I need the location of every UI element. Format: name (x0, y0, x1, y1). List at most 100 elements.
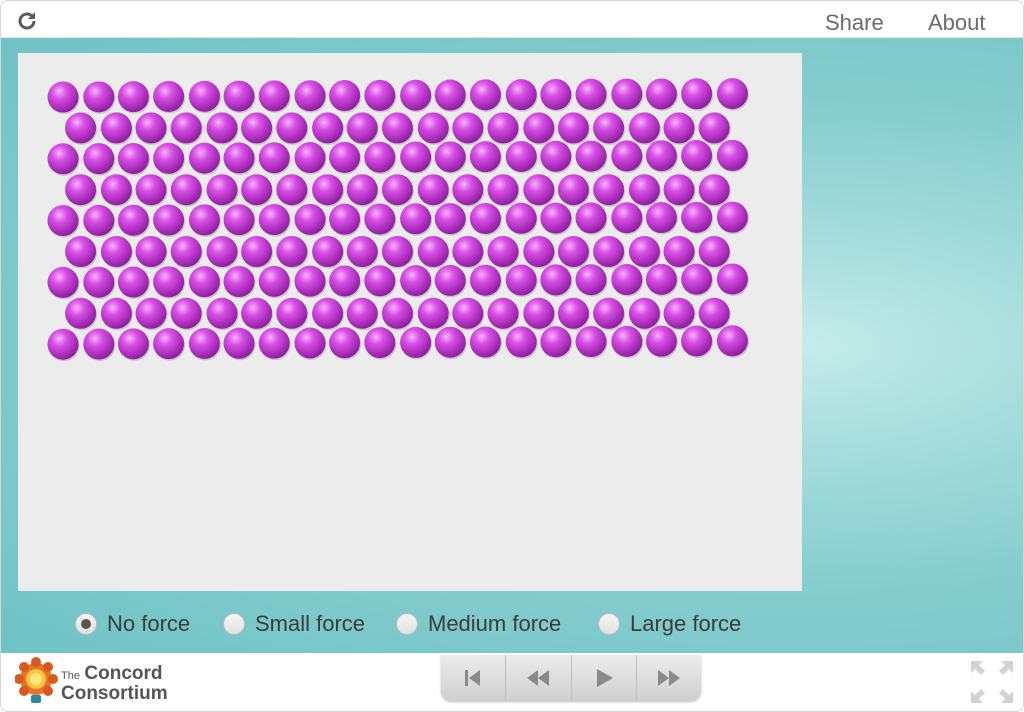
particle[interactable] (628, 112, 660, 144)
particle[interactable] (400, 326, 432, 358)
particle[interactable] (381, 297, 413, 329)
particle[interactable] (628, 174, 660, 206)
particle[interactable] (188, 327, 220, 359)
particle[interactable] (47, 266, 79, 298)
particle[interactable] (100, 174, 132, 206)
particle[interactable] (223, 266, 255, 297)
particle[interactable] (575, 202, 607, 234)
particle[interactable] (153, 328, 185, 360)
particle[interactable] (312, 112, 344, 144)
particle[interactable] (716, 78, 748, 110)
particle[interactable] (698, 174, 730, 206)
particle[interactable] (505, 140, 537, 172)
radio-button[interactable] (223, 613, 245, 635)
particle[interactable] (698, 297, 730, 329)
particle[interactable] (575, 326, 607, 357)
particle[interactable] (434, 203, 466, 235)
particle[interactable] (452, 236, 484, 267)
particle[interactable] (241, 236, 273, 267)
particle[interactable] (258, 80, 290, 112)
particle[interactable] (469, 264, 501, 296)
particle[interactable] (557, 297, 589, 329)
particle[interactable] (65, 236, 97, 267)
particle[interactable] (83, 328, 115, 360)
particle[interactable] (469, 79, 501, 111)
particle[interactable] (645, 78, 677, 110)
radio-button[interactable] (598, 613, 620, 635)
particle[interactable] (294, 203, 326, 235)
particle[interactable] (241, 112, 273, 144)
particle[interactable] (663, 297, 695, 329)
particle[interactable] (188, 142, 220, 174)
particle[interactable] (65, 174, 97, 206)
particle[interactable] (611, 140, 643, 172)
particle[interactable] (681, 140, 713, 172)
particle[interactable] (170, 174, 202, 206)
particle[interactable] (329, 203, 361, 235)
particle[interactable] (346, 297, 378, 329)
concord-consortium-logo[interactable]: The Concord Consortium (14, 657, 185, 707)
particle[interactable] (505, 202, 537, 234)
particle[interactable] (83, 266, 115, 298)
particle[interactable] (505, 264, 537, 296)
radio-small-force[interactable]: Small force (223, 610, 365, 638)
particle[interactable] (681, 325, 713, 357)
particle[interactable] (575, 78, 607, 110)
particle[interactable] (575, 140, 607, 172)
particle[interactable] (523, 236, 555, 267)
particle[interactable] (83, 143, 115, 175)
particle[interactable] (117, 81, 149, 113)
particle[interactable] (381, 236, 413, 267)
particle[interactable] (135, 297, 167, 329)
particle[interactable] (575, 264, 607, 296)
particle[interactable] (223, 204, 255, 236)
particle[interactable] (593, 297, 625, 329)
particle[interactable] (540, 326, 572, 358)
particle[interactable] (523, 112, 555, 144)
particle[interactable] (117, 266, 149, 298)
particle[interactable] (400, 203, 432, 235)
particle[interactable] (645, 202, 677, 234)
about-link[interactable]: About (928, 10, 986, 36)
particle[interactable] (593, 112, 625, 144)
step-back-button[interactable] (506, 655, 572, 701)
step-forward-button[interactable] (637, 655, 701, 701)
particle[interactable] (329, 265, 361, 297)
particle[interactable] (381, 174, 413, 206)
particle[interactable] (65, 297, 97, 329)
particle[interactable] (698, 112, 730, 144)
particle[interactable] (417, 112, 449, 144)
particle[interactable] (716, 263, 748, 295)
particle[interactable] (329, 80, 361, 112)
particle[interactable] (223, 327, 255, 359)
particle[interactable] (170, 236, 202, 267)
radio-large-force[interactable]: Large force (598, 610, 741, 638)
particle[interactable] (329, 327, 361, 359)
particle[interactable] (663, 174, 695, 206)
particle[interactable] (276, 174, 308, 206)
radio-medium-force[interactable]: Medium force (396, 610, 561, 638)
particle[interactable] (135, 112, 167, 144)
particle[interactable] (540, 202, 572, 234)
particle[interactable] (100, 112, 132, 144)
particle[interactable] (487, 236, 519, 267)
particle[interactable] (505, 79, 537, 111)
particle[interactable] (206, 236, 238, 267)
model-canvas[interactable] (18, 53, 802, 591)
particle[interactable] (645, 325, 677, 357)
particle[interactable] (294, 327, 326, 359)
particle[interactable] (100, 297, 132, 329)
particle[interactable] (364, 141, 396, 173)
particle[interactable] (557, 236, 589, 267)
particle[interactable] (698, 236, 730, 267)
particle[interactable] (100, 236, 132, 267)
particle[interactable] (611, 78, 643, 110)
particle[interactable] (206, 174, 238, 206)
particle[interactable] (258, 327, 290, 359)
particle[interactable] (153, 142, 185, 174)
reset-button[interactable] (441, 655, 507, 701)
particle[interactable] (346, 174, 378, 206)
particle[interactable] (47, 143, 79, 175)
particle[interactable] (540, 264, 572, 296)
particle[interactable] (153, 266, 185, 298)
